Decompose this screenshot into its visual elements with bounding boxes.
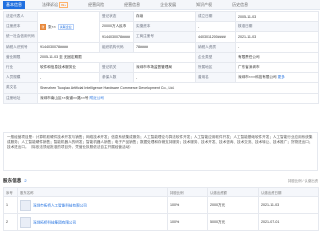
- header-no: 序号: [3, 187, 18, 197]
- est-date-value: 2005-11-03: [235, 10, 319, 23]
- table-header-row: 序号 股东名称 持股比例 认缴出资额 认缴出资日期: [3, 187, 319, 197]
- row-name-cell: 深圳市拓桥人工智能科技有限公司: [17, 196, 168, 214]
- row-ratio: 100%: [167, 196, 208, 214]
- industry-label: 行业: [3, 61, 38, 74]
- basic-info-table: 法定代表人 张张×× 关联企业 登记状态 存续 成立日期 2005-11-03 注…: [3, 10, 319, 104]
- paid-capital-label: 实缴资本: [133, 21, 196, 33]
- former-name-value: 深圳市×××科技有限公司: [238, 75, 277, 80]
- staff-value: -: [37, 72, 100, 84]
- region-value: 广东省深圳市: [235, 61, 319, 74]
- section-title: 股东信息: [3, 177, 22, 183]
- authority-value: 深圳市市场监督管理局: [133, 61, 196, 74]
- tab-risk[interactable]: 经营风险: [85, 1, 107, 9]
- more-link[interactable]: 更多: [278, 75, 285, 79]
- legal-rep-label: 法定代表人: [3, 10, 38, 23]
- tab-operation[interactable]: 经营信息: [121, 1, 143, 9]
- former-name-cell: 深圳市×××科技有限公司 更多: [235, 72, 319, 84]
- tab-development[interactable]: 企业发展: [157, 1, 179, 9]
- industry-value: 软件和信息技术服务业: [37, 61, 100, 74]
- english-name-value: Shenzhen Tuoqiao Artificial Intelligence…: [37, 82, 319, 94]
- biz-reg-no-label: 工商注册号: [133, 31, 196, 43]
- reg-capital-label: 注册资本: [3, 21, 38, 33]
- row-name-cell: 深圳拓桥科技集团有限公司: [17, 213, 168, 231]
- company-profile-page: 基本信息 法律诉讼 99+ 经营风险 经营信息 企业发展 知识产权 历史信息 法定…: [0, 0, 320, 240]
- credit-code-value: 9144030078####: [99, 31, 134, 43]
- tab-basic-info[interactable]: 基本信息: [3, 0, 25, 9]
- est-date-label: 成立日期: [195, 10, 236, 23]
- legal-rep-cell: 张张×× 关联企业: [37, 11, 100, 43]
- tax-no-value: 9144030078####: [37, 41, 100, 53]
- header-ratio: 持股比例: [167, 187, 208, 197]
- legal-rep-name[interactable]: 张××: [48, 25, 56, 29]
- taxpayer-label: 纳税人资质: [195, 41, 236, 53]
- tab-litigation-badge: 99+: [59, 1, 69, 8]
- address-label: 注册地址: [3, 92, 38, 104]
- avatar: 张: [40, 23, 46, 30]
- tab-bar: 基本信息 法律诉讼 99+ 经营风险 经营信息 企业发展 知识产权 历史信息: [0, 0, 320, 10]
- tab-litigation[interactable]: 法律诉讼 99+: [39, 1, 71, 9]
- address-value: 深圳市南山区××街道××路××号: [40, 95, 89, 100]
- row-ratio: 100%: [167, 213, 208, 231]
- row-date: 2021-11-03: [258, 196, 319, 214]
- org-code-label: 组织机构代码: [99, 41, 134, 53]
- approval-label: 核准日期: [235, 21, 319, 33]
- row-date: 2021-07-01: [258, 213, 319, 231]
- type-value: 有限责任公司: [235, 51, 319, 63]
- taxpayer-value: -: [235, 41, 319, 53]
- biz-reg-no-value: 4403011200####: [195, 31, 236, 43]
- company-name-link[interactable]: 深圳市拓桥人工智能科技有限公司: [33, 203, 87, 207]
- org-code-value: 78####: [133, 41, 196, 53]
- row-amount: 2000万元: [207, 196, 259, 214]
- reg-status-value: 存续: [133, 10, 196, 23]
- table-row[interactable]: 2 深圳拓桥科技集团有限公司 100% 5000万元 2021-07-01: [3, 213, 319, 231]
- row-no: 2: [3, 213, 18, 231]
- insured-value: -: [133, 72, 196, 84]
- row-amount: 5000万元: [207, 213, 259, 231]
- tax-no-label: 纳税人识别号: [3, 41, 38, 53]
- company-logo: [20, 199, 31, 211]
- section-count: 2: [24, 178, 27, 183]
- reg-status-label: 登记状态: [99, 10, 134, 23]
- business-scope-text: 一般经营项目是：计算机软硬件技术开发与销售；网络技术开发；信息系统集成服务；人工…: [7, 135, 313, 150]
- section-header: 股东信息 2 持股比例 / 认缴出资: [3, 176, 318, 185]
- authority-label: 登记机关: [99, 61, 134, 74]
- tab-ip[interactable]: 知识产权: [193, 1, 215, 9]
- credit-code-label: 统一社会信用代码: [3, 31, 38, 43]
- header-amount: 认缴出资额: [207, 187, 259, 197]
- address-cell: 深圳市南山区××街道××路××号 附近公司: [37, 92, 319, 104]
- header-name: 股东名称: [17, 187, 168, 197]
- row-no: 1: [3, 196, 18, 214]
- reg-capital-value: 20000万人民币: [99, 21, 134, 33]
- related-company-tag[interactable]: 关联企业: [57, 23, 74, 30]
- tab-history[interactable]: 历史信息: [229, 1, 251, 9]
- biz-term-value: 2005-11-03 至 无固定期限: [37, 51, 196, 63]
- paid-capital-value: -: [195, 21, 236, 33]
- english-name-label: 英文名: [3, 82, 38, 94]
- biz-term-label: 营业期限: [3, 51, 38, 63]
- table-row[interactable]: 1 深圳市拓桥人工智能科技有限公司 100% 2000万元 2021-11-03: [3, 196, 319, 214]
- approval-value: 2021-11-03: [235, 31, 319, 43]
- company-name-link[interactable]: 深圳拓桥科技集团有限公司: [33, 220, 76, 224]
- region-label: 所属地区: [195, 61, 236, 74]
- type-label: 企业类型: [195, 51, 236, 63]
- header-date: 认缴出资日期: [258, 187, 319, 197]
- shareholder-table: 序号 股东名称 持股比例 认缴出资额 认缴出资日期 1 深圳市拓桥人工智能科技有…: [3, 187, 319, 231]
- insured-label: 参保人数: [99, 72, 134, 84]
- company-logo: [20, 216, 31, 228]
- tab-litigation-label: 法律诉讼: [42, 1, 58, 7]
- former-name-label: 曾用名: [195, 72, 236, 84]
- business-scope: 一般经营项目是：计算机软硬件技术开发与销售；网络技术开发；信息系统集成服务；人工…: [3, 132, 318, 171]
- staff-label: 人员规模: [3, 72, 38, 84]
- section-right-text: 持股比例 / 认缴出资: [288, 179, 318, 183]
- nearby-companies-link[interactable]: 附近公司: [90, 96, 104, 100]
